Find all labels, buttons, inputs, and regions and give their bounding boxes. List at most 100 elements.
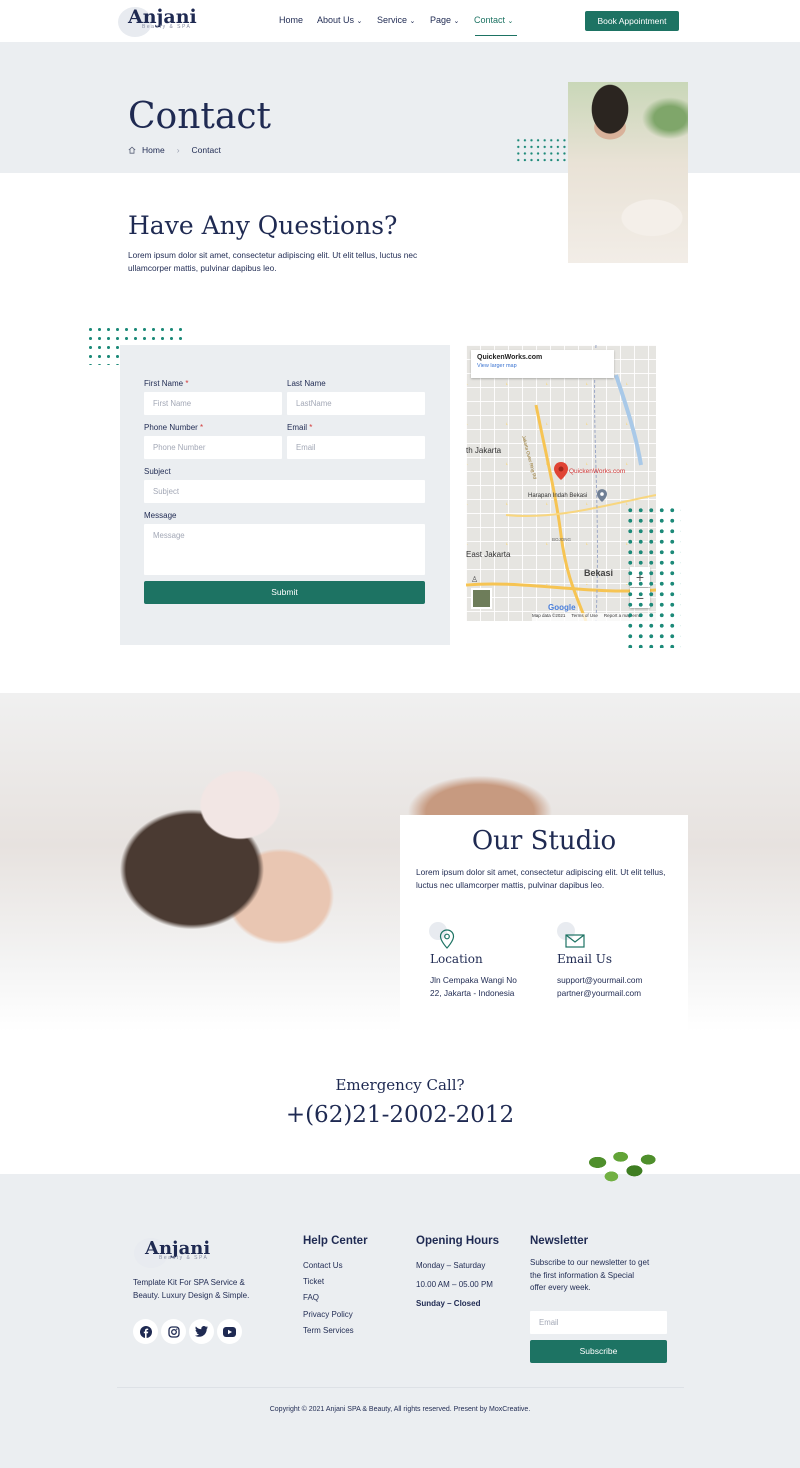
nav-contact-label: Contact [474, 15, 506, 25]
questions-heading: Have Any Questions? [128, 211, 398, 240]
required-mark: * [200, 423, 204, 432]
plant-leaves-image [570, 1140, 662, 1196]
newsletter-line-1: Subscribe to our newsletter to get [530, 1258, 650, 1267]
nav-about[interactable]: About Us ⌄ [317, 15, 362, 25]
chevron-down-icon: ⌄ [356, 18, 363, 25]
help-center-title: Help Center [303, 1235, 368, 1247]
footer-link-ticket[interactable]: Ticket [303, 1274, 354, 1290]
last-name-label: Last Name [287, 379, 326, 388]
breadcrumb: Home › Contact [128, 145, 221, 155]
google-logo: Google [548, 603, 576, 612]
nav-service-label: Service [377, 15, 408, 25]
phone-input[interactable]: Phone Number [144, 436, 282, 459]
pegman-icon[interactable]: ♙ [471, 575, 478, 584]
newsletter-line-2: the first information & Special [530, 1270, 635, 1280]
emergency-phone[interactable]: +(62)21-2002-2012 [0, 1102, 800, 1128]
site-footer [0, 1174, 800, 1468]
copyright-text: Copyright © 2021 Anjani SPA & Beauty, Al… [269, 1406, 531, 1413]
map-info-card: QuickenWorks.com View larger map [471, 350, 614, 378]
subject-input[interactable]: Subject [144, 480, 425, 503]
newsletter-line-3: offer every week. [530, 1283, 591, 1292]
footer-tagline-2: Beauty. Luxury Design & Simple. [133, 1290, 250, 1300]
footer-tagline-1: Template Kit For SPA Service & [133, 1278, 245, 1287]
newsletter-email-input[interactable]: Email [530, 1311, 667, 1334]
map-larger-link[interactable]: View larger map [477, 363, 608, 369]
facebook-icon[interactable] [133, 1319, 158, 1344]
twitter-icon[interactable] [189, 1319, 214, 1344]
email-support-link[interactable]: support@yourmail.com [557, 974, 642, 987]
book-appointment-button[interactable]: Book Appointment [585, 11, 679, 31]
location-pin-icon [439, 929, 455, 949]
nav-page[interactable]: Page ⌄ [430, 15, 459, 25]
email-label: Email * [287, 423, 312, 432]
email-addresses: support@yourmail.com partner@yourmail.co… [557, 974, 642, 999]
map-marker-label: QuickenWorks.com [569, 468, 626, 475]
subscribe-button[interactable]: Subscribe [530, 1340, 667, 1363]
nav-active-indicator [475, 35, 517, 36]
youtube-icon[interactable] [217, 1319, 242, 1344]
map-label-jakarta: th Jakarta [466, 446, 502, 455]
help-center-links: Contact Us Ticket FAQ Privacy Policy Ter… [303, 1258, 354, 1339]
chevron-down-icon: ⌄ [409, 18, 416, 25]
newsletter-text: Subscribe to our newsletter to get the f… [530, 1257, 649, 1295]
first-name-input[interactable]: First Name [144, 392, 282, 415]
required-mark: * [309, 423, 313, 432]
newsletter-title: Newsletter [530, 1235, 589, 1247]
message-label: Message [144, 511, 177, 520]
footer-logo-subtitle: Beauty & SPA [159, 1255, 209, 1261]
chevron-down-icon: ⌄ [453, 18, 460, 25]
map-label-harapan: Harapan Indah Bekasi [528, 493, 588, 499]
social-links [133, 1319, 242, 1344]
submit-button[interactable]: Submit [144, 581, 425, 604]
map-label-east-jakarta: East Jakarta [466, 550, 511, 559]
message-textarea[interactable]: Message [144, 524, 425, 575]
last-name-input[interactable]: LastName [287, 392, 425, 415]
location-address: Jln Cempaka Wangi No 22, Jakarta - Indon… [430, 974, 517, 999]
nav-contact[interactable]: Contact ⌄ [474, 15, 513, 25]
map-terms-link[interactable]: Terms of Use [571, 613, 598, 621]
envelope-icon [565, 934, 585, 948]
hours-time: 10.00 AM – 05.00 PM [416, 1280, 493, 1289]
map-place-icon [597, 489, 607, 502]
chevron-down-icon: ⌄ [507, 18, 514, 25]
questions-text: Lorem ipsum dolor sit amet, consectetur … [128, 250, 418, 273]
hours-days: Monday – Saturday [416, 1261, 486, 1270]
first-name-label-text: First Name [144, 379, 184, 388]
breadcrumb-current: Contact [191, 145, 221, 155]
map-place-name: QuickenWorks.com [477, 354, 543, 361]
email-partner-link[interactable]: partner@yourmail.com [557, 987, 642, 1000]
map-satellite-toggle[interactable] [471, 588, 492, 609]
footer-link-terms[interactable]: Term Services [303, 1323, 354, 1339]
footer-link-contact[interactable]: Contact Us [303, 1258, 354, 1274]
nav-service[interactable]: Service ⌄ [377, 15, 415, 25]
nav-home[interactable]: Home [279, 15, 303, 25]
phone-label: Phone Number * [144, 423, 203, 432]
footer-link-faq[interactable]: FAQ [303, 1290, 354, 1306]
hours-closed: Sunday – Closed [416, 1299, 481, 1308]
page-title: Contact [128, 96, 271, 137]
studio-text: Lorem ipsum dolor sit amet, consectetur … [416, 867, 666, 890]
subject-label: Subject [144, 467, 171, 476]
location-line-2: 22, Jakarta - Indonesia [430, 987, 515, 998]
studio-title: Our Studio [471, 826, 617, 856]
map-label-bojong: BOJONG [552, 537, 572, 542]
instagram-icon[interactable] [161, 1319, 186, 1344]
map-marker-icon[interactable] [554, 462, 568, 480]
footer-logo[interactable]: Anjani Beauty & SPA [145, 1238, 210, 1261]
email-label-text: Email [287, 423, 308, 432]
phone-label-text: Phone Number [144, 423, 198, 432]
map-data-text: Map data ©2021 [532, 613, 566, 618]
dot-pattern [625, 505, 681, 648]
home-icon [128, 146, 136, 154]
email-input[interactable]: Email [287, 436, 425, 459]
map-label-bekasi: Bekasi [584, 568, 614, 578]
email-title: Email Us [557, 952, 613, 966]
footer-link-privacy[interactable]: Privacy Policy [303, 1307, 354, 1323]
location-line-1: Jln Cempaka Wangi No [430, 975, 517, 985]
site-logo[interactable]: Anjani Beauty & SPA [128, 6, 197, 30]
site-header: Anjani Beauty & SPA Home About Us ⌄ Serv… [0, 0, 800, 42]
breadcrumb-home[interactable]: Home [142, 145, 165, 155]
required-mark: * [185, 379, 189, 388]
location-title: Location [430, 952, 483, 966]
footer-tagline: Template Kit For SPA Service & Beauty. L… [133, 1277, 249, 1302]
